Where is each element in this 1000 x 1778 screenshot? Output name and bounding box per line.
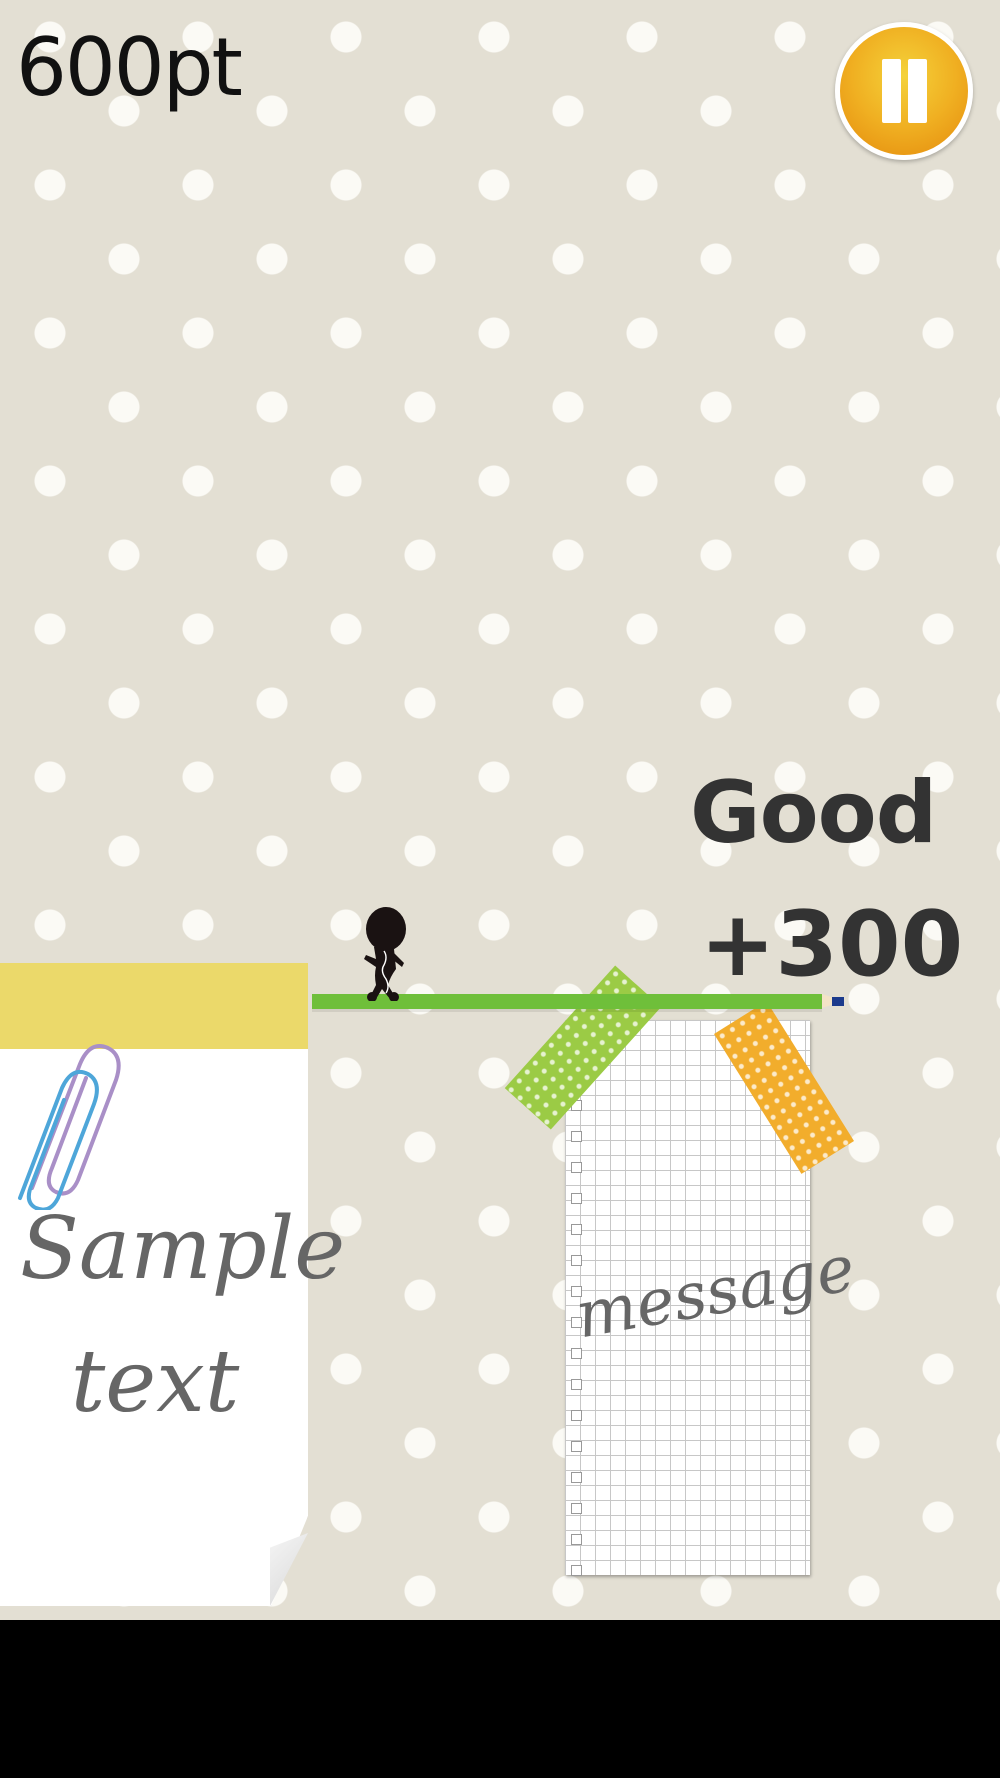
score-label: 600pt <box>16 21 243 114</box>
paperclip-icon <box>18 1044 121 1210</box>
rating-text: Good <box>690 763 937 863</box>
bottom-black-bar <box>0 1620 1000 1778</box>
bonus-points-text: +300 <box>700 892 964 997</box>
pause-button[interactable] <box>835 22 973 160</box>
game-area[interactable]: 600pt Good +300 Sample text message <box>0 0 1000 1620</box>
stick-figure-player-icon <box>364 907 406 1001</box>
grid-paper-text: message <box>570 1231 861 1354</box>
sticky-note-text: Sample text <box>20 1183 345 1450</box>
pencil-lead-icon <box>832 997 844 1006</box>
pause-icon <box>882 59 901 123</box>
bridge-line-shadow <box>312 1009 822 1012</box>
pause-icon-bar <box>908 59 927 123</box>
sticky-note-text-line2: text <box>70 1332 240 1433</box>
